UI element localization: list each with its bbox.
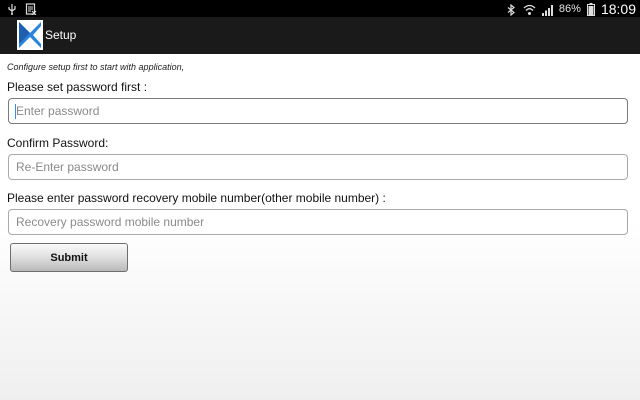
bluetooth-icon <box>505 3 517 16</box>
action-bar: Setup <box>0 17 640 54</box>
status-right-icons: 86% 18:09 <box>505 0 636 17</box>
text-cursor <box>15 104 16 119</box>
wifi-icon <box>523 3 536 15</box>
setup-hint: Configure setup first to start with appl… <box>7 62 185 72</box>
password-label: Please set password first : <box>7 80 148 94</box>
recovery-number-field[interactable] <box>8 209 628 235</box>
status-bar: 86% 18:09 <box>0 0 640 17</box>
recovery-number-label: Please enter password recovery mobile nu… <box>7 191 386 205</box>
battery-percent: 86% <box>558 2 581 15</box>
signal-icon <box>541 3 553 16</box>
usb-icon <box>6 2 18 15</box>
app-title: Setup <box>45 28 77 42</box>
confirm-password-label: Confirm Password: <box>7 136 109 150</box>
notification-doc-icon <box>25 2 37 16</box>
status-left-icons <box>6 2 37 16</box>
confirm-password-field[interactable] <box>8 154 628 180</box>
battery-icon <box>586 2 595 16</box>
password-field[interactable] <box>8 98 628 124</box>
clock: 18:09 <box>600 0 636 17</box>
app-logo-icon[interactable] <box>17 20 43 50</box>
submit-button[interactable]: Submit <box>10 243 128 272</box>
